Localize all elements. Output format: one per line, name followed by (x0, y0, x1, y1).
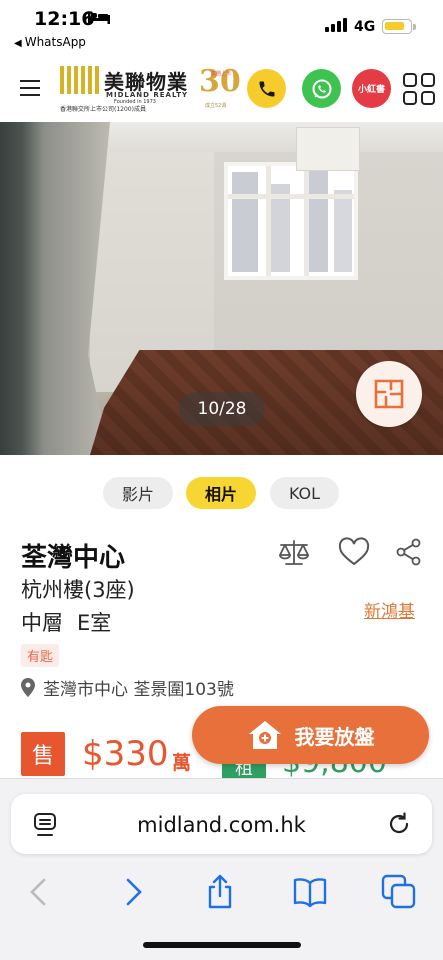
photo-door-frame (0, 122, 110, 455)
back-app-label: WhatsApp (24, 35, 86, 49)
back-triangle-icon: ◀ (14, 38, 22, 49)
browser-toolbar: midland.com.hk (0, 778, 443, 960)
hamburger-menu-icon[interactable] (20, 80, 40, 96)
sale-price-unit: 萬 (172, 752, 192, 774)
tab-kol[interactable]: KOL (270, 477, 339, 509)
sale-tag: 售 (21, 732, 65, 776)
block-name: 杭州樓(3座) (21, 578, 135, 602)
floorplan-button[interactable] (356, 361, 422, 427)
battery-level (385, 22, 405, 30)
tabs-icon[interactable] (381, 874, 417, 910)
developer-link[interactable]: 新鴻基 (364, 597, 415, 622)
address[interactable]: 荃灣市中心 荃景圍103號 (21, 675, 234, 700)
page: 12:16 ◀ WhatsApp 4G 美聯物業 MIDLAND REALTY … (0, 0, 443, 960)
back-to-app-link[interactable]: ◀ WhatsApp (14, 35, 86, 49)
list-property-button[interactable]: 我要放盤 (192, 706, 429, 764)
status-bar: 12:16 ◀ WhatsApp 4G (0, 0, 443, 56)
chevron-left-icon[interactable] (22, 874, 58, 910)
photo-ceiling (80, 122, 443, 152)
floor-unit: 中層 E室 (21, 607, 111, 637)
midland-logo[interactable]: 美聯物業 MIDLAND REALTY Founded in 1973 香港聯交… (60, 66, 195, 113)
sale-price: $330 (82, 734, 169, 774)
chevron-right-icon[interactable] (115, 874, 151, 910)
property-photo[interactable]: 10/28 (0, 122, 443, 455)
tab-photos[interactable]: 相片 (186, 477, 256, 509)
reload-icon[interactable] (386, 811, 412, 837)
site-header: 美聯物業 MIDLAND REALTY Founded in 1973 香港聯交… (0, 56, 443, 122)
book-icon[interactable] (292, 874, 328, 910)
house-plus-icon (248, 721, 281, 749)
url-text: midland.com.hk (137, 813, 306, 837)
anniversary-badge: 30 集團上市 成立52週 (197, 64, 241, 110)
whatsapp-icon (312, 79, 331, 98)
photo-counter: 10/28 (179, 392, 265, 426)
status-time: 12:16 (34, 8, 95, 30)
battery-cap (413, 24, 416, 30)
address-text: 荃灣市中心 荃景圍103號 (43, 680, 234, 700)
unit-number: E室 (77, 611, 112, 635)
share-sheet-icon[interactable] (202, 874, 238, 910)
compare-scale-icon[interactable] (277, 537, 311, 567)
list-property-label: 我要放盤 (294, 724, 375, 749)
cellular-signal-icon (325, 18, 347, 32)
address-bar[interactable]: midland.com.hk (11, 794, 432, 854)
floor-level: 中層 (21, 611, 63, 635)
battery-icon (382, 19, 412, 34)
anniversary-caption: 集團上市 (211, 71, 232, 77)
logo-tagline: 香港聯交所上市公司(1200)成員 (60, 106, 146, 113)
network-type: 4G (354, 19, 376, 35)
estate-name: 荃灣中心 (21, 543, 126, 573)
call-button[interactable] (247, 69, 286, 108)
sleep-focus-icon (88, 12, 110, 24)
photo-air-conditioner (296, 127, 360, 171)
share-icon[interactable] (392, 537, 426, 567)
grid-menu-icon[interactable] (403, 73, 437, 107)
logo-mark-icon (60, 66, 100, 94)
anniversary-sub: 成立52週 (205, 103, 227, 109)
favorite-heart-icon[interactable] (337, 537, 371, 567)
logo-name-en: MIDLAND REALTY (106, 91, 189, 99)
key-available-badge: 有匙 (21, 644, 60, 667)
floorplan-icon (374, 379, 404, 409)
xiaohongshu-button[interactable]: 小紅書 (352, 69, 391, 108)
whatsapp-button[interactable] (302, 69, 341, 108)
home-indicator (143, 942, 301, 948)
phone-icon (259, 81, 274, 96)
photo-window (224, 162, 358, 280)
location-pin-icon (21, 678, 35, 697)
media-tabs: 影片 相片 KOL (0, 477, 443, 511)
tab-video[interactable]: 影片 (103, 477, 173, 509)
